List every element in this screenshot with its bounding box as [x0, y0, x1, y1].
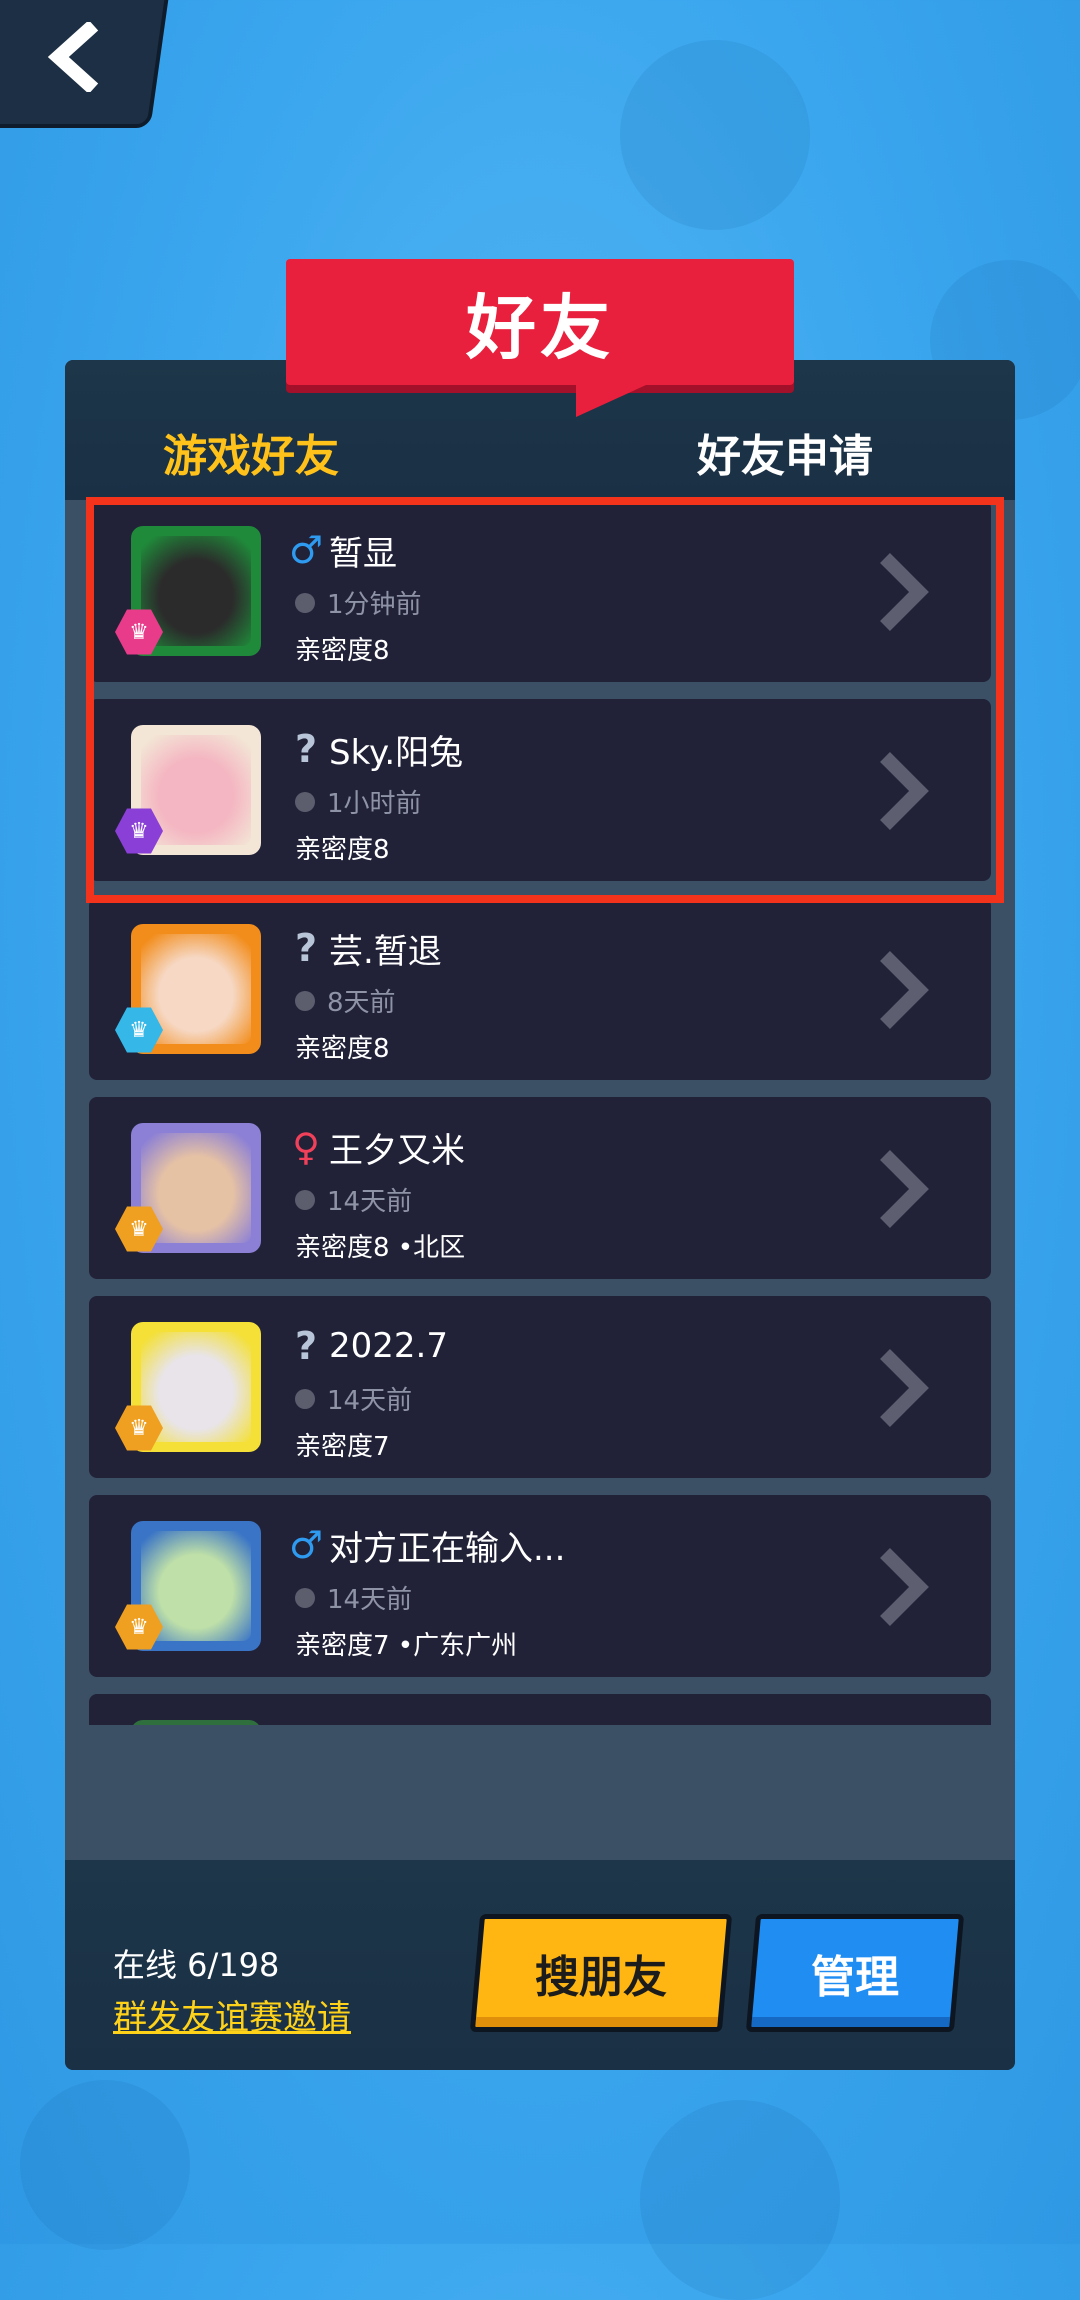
back-button[interactable] [0, 0, 170, 128]
intimacy-label: 亲密度8 •北区 [295, 1233, 466, 1263]
friend-card[interactable]: ♛ ? 芸.暂退 8天前 亲密度8 [89, 898, 991, 1080]
chevron-right-icon[interactable] [875, 1149, 929, 1229]
offline-status-icon [295, 1189, 315, 1210]
offline-status-icon [295, 592, 315, 613]
background-decoration [640, 2100, 840, 2300]
search-friends-button[interactable]: 搜朋友 [469, 1914, 733, 2032]
chevron-right-icon[interactable] [875, 1547, 929, 1627]
friend-card[interactable]: ♛ ♂ 暂显 1分钟前 亲密度8 [89, 500, 991, 682]
chevron-right-icon[interactable] [875, 552, 929, 632]
name-row: ♂ 对方正在输入... [289, 1523, 566, 1569]
friend-card[interactable]: ♛ ? 2022.7 14天前 亲密度7 [89, 1296, 991, 1478]
friend-name: 王夕又米 [329, 1130, 465, 1171]
name-row: ♀ 王夕又米 [289, 1125, 465, 1171]
gender-icon: ? [289, 1722, 323, 1725]
friend-list[interactable]: ♛ ♂ 暂显 1分钟前 亲密度8 ♛ ? Sky.阳兔 1小时前 亲密度8 ♛ … [89, 500, 991, 1725]
gender-icon: ? [294, 1324, 318, 1368]
intimacy-label: 亲密度7 •广东广州 [295, 1631, 518, 1661]
last-online-time: 8天前 [327, 988, 396, 1018]
name-row: ? 隐名-sheaver... [289, 1722, 575, 1725]
status-row: 14天前 [295, 1380, 412, 1417]
intimacy-label: 亲密度7 [295, 1432, 390, 1462]
gender-icon: ♂ [289, 1523, 324, 1567]
gender-icon: ♀ [292, 1125, 320, 1169]
search-friends-label: 搜朋友 [535, 1952, 667, 2003]
friend-name: 暂显 [329, 533, 397, 574]
friend-name: 对方正在输入... [329, 1528, 566, 1569]
friend-card[interactable]: ♛ ♀ 王夕又米 14天前 亲密度8 •北区 [89, 1097, 991, 1279]
intimacy-label: 亲密度8 [295, 636, 390, 666]
offline-status-icon [295, 791, 315, 812]
background-decoration [20, 2080, 190, 2250]
online-count: 在线 6/198 [113, 1946, 280, 1984]
friends-panel: 游戏好友 好友申请 ♛ ♂ 暂显 1分钟前 亲密度8 ♛ ? Sky.阳兔 1小… [65, 360, 1015, 2070]
avatar[interactable] [131, 1720, 261, 1725]
friend-name: Sky.阳兔 [329, 732, 464, 773]
title-banner: 好友 [286, 259, 794, 417]
gender-icon: ? [294, 727, 318, 771]
chevron-left-icon [47, 22, 99, 92]
last-online-time: 14天前 [327, 1187, 413, 1217]
gender-icon: ? [294, 926, 318, 970]
name-row: ? 2022.7 [289, 1324, 448, 1368]
last-online-time: 14天前 [327, 1585, 413, 1615]
chevron-right-icon[interactable] [875, 751, 929, 831]
intimacy-label: 亲密度8 [295, 835, 390, 865]
friend-name: 隐名-sheaver... [329, 1720, 575, 1726]
chevron-right-icon[interactable] [875, 950, 929, 1030]
friend-name: 芸.暂退 [329, 931, 442, 972]
offline-status-icon [295, 1587, 315, 1608]
offline-status-icon [295, 990, 315, 1011]
friend-card[interactable]: ♛ ? 隐名-sheaver... 2天前 亲密度6 [89, 1694, 991, 1725]
manage-label: 管理 [811, 1952, 899, 2003]
gender-icon: ♂ [289, 528, 324, 572]
last-online-time: 1小时前 [327, 789, 422, 819]
status-row: 8天前 [295, 982, 396, 1019]
manage-button[interactable]: 管理 [745, 1914, 965, 2032]
status-row: 14天前 [295, 1181, 412, 1218]
last-online-time: 1分钟前 [327, 590, 422, 620]
intimacy-label: 亲密度8 [295, 1034, 390, 1064]
footer-bar: 在线 6/198 群发友谊赛邀请 搜朋友 管理 [65, 1860, 1015, 2070]
invite-link[interactable]: 群发友谊赛邀请 [113, 1990, 351, 2039]
status-row: 1小时前 [295, 783, 422, 820]
tab-game-friends[interactable]: 游戏好友 [163, 420, 339, 484]
name-row: ? Sky.阳兔 [289, 727, 464, 773]
status-row: 14天前 [295, 1579, 412, 1616]
status-row: 1分钟前 [295, 584, 422, 621]
name-row: ♂ 暂显 [289, 528, 397, 574]
friend-card[interactable]: ♛ ♂ 对方正在输入... 14天前 亲密度7 •广东广州 [89, 1495, 991, 1677]
tab-friend-requests[interactable]: 好友申请 [697, 420, 873, 484]
last-online-time: 14天前 [327, 1386, 413, 1416]
chevron-right-icon[interactable] [875, 1348, 929, 1428]
offline-status-icon [295, 1388, 315, 1409]
friend-card[interactable]: ♛ ? Sky.阳兔 1小时前 亲密度8 [89, 699, 991, 881]
background-decoration [620, 40, 810, 230]
page-title: 好友 [466, 286, 614, 369]
friend-name: 2022.7 [329, 1326, 448, 1366]
name-row: ? 芸.暂退 [289, 926, 442, 972]
